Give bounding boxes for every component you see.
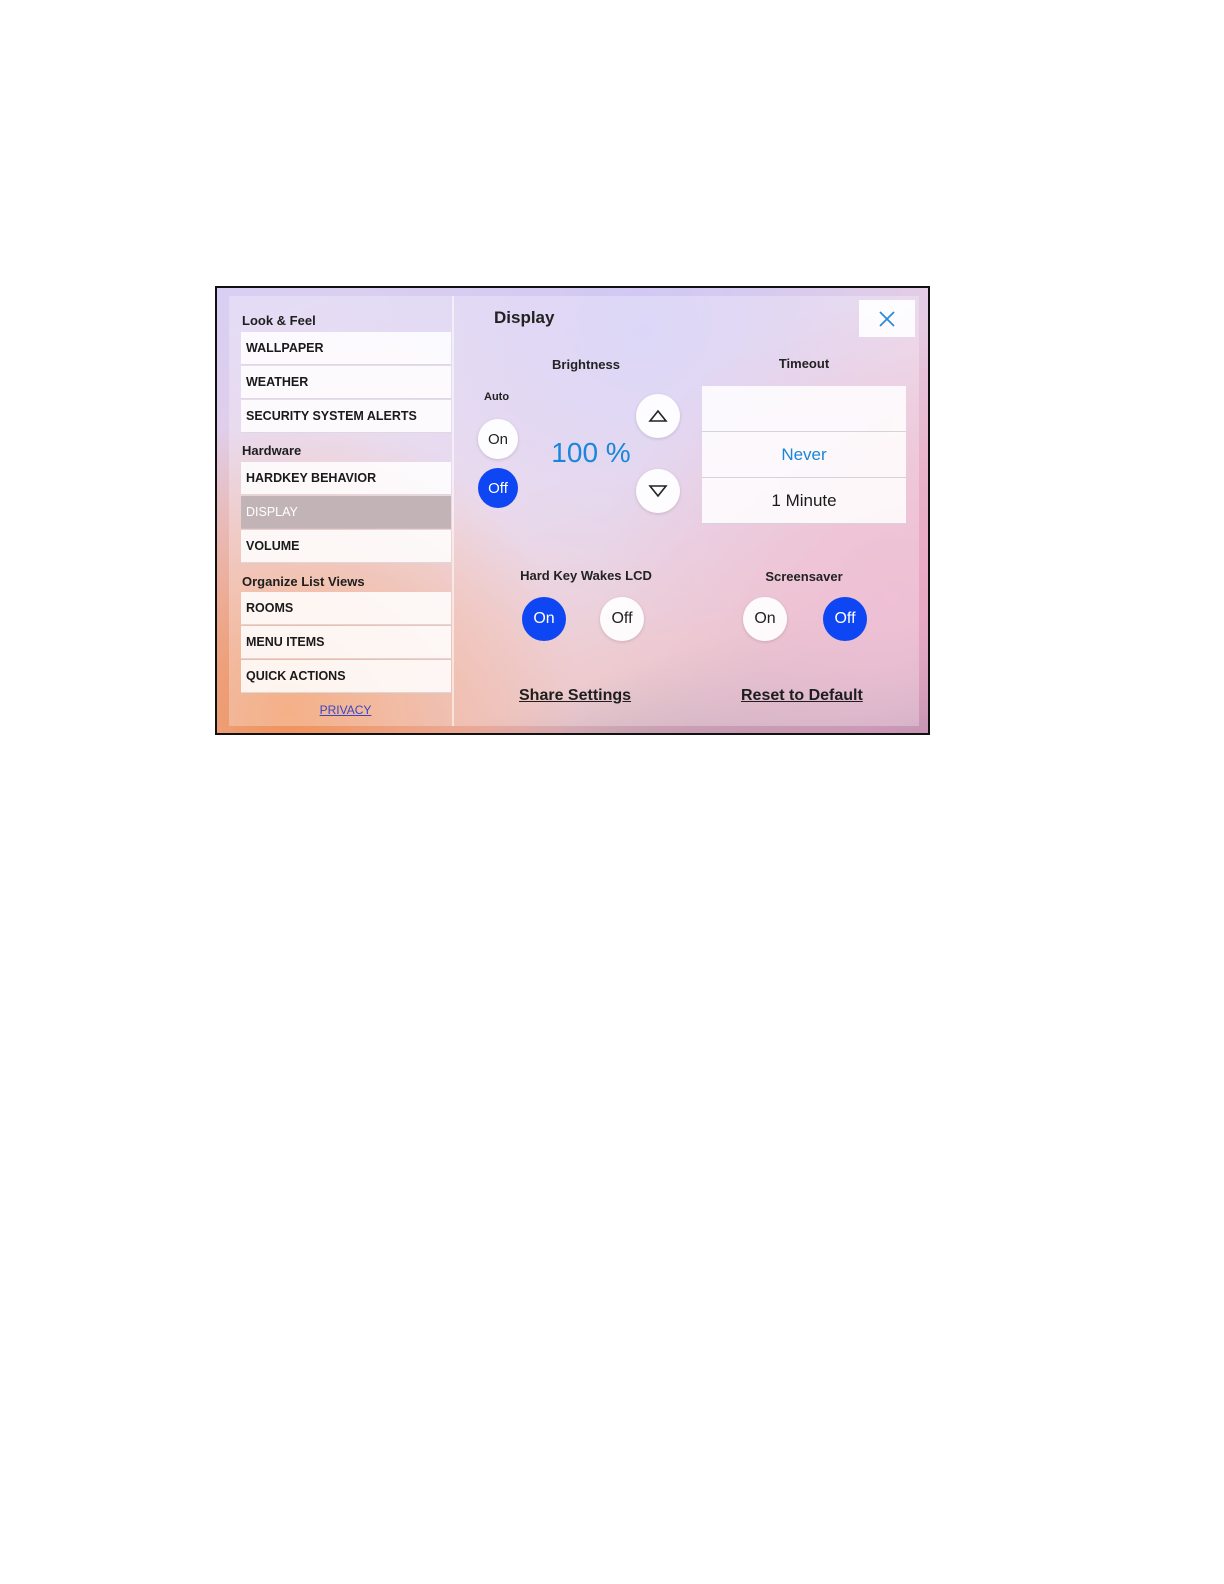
auto-off-button[interactable]: Off bbox=[478, 468, 518, 508]
settings-panel: Look & Feel WALLPAPER WEATHER SECURITY S… bbox=[229, 296, 919, 726]
sidebar-item-security-system-alerts[interactable]: SECURITY SYSTEM ALERTS bbox=[241, 400, 451, 433]
brightness-label: Brightness bbox=[552, 357, 620, 372]
section-look-and-feel: Look & Feel bbox=[242, 313, 316, 328]
hard-key-on-button[interactable]: On bbox=[522, 597, 566, 641]
sidebar-item-wallpaper[interactable]: WALLPAPER bbox=[241, 332, 451, 365]
sidebar-item-display[interactable]: DISPLAY bbox=[241, 496, 451, 529]
reset-to-default-button[interactable]: Reset to Default bbox=[741, 687, 863, 705]
timeout-option-blank[interactable] bbox=[702, 386, 906, 432]
sidebar-item-quick-actions[interactable]: QUICK ACTIONS bbox=[241, 660, 451, 693]
privacy-link[interactable]: PRIVACY bbox=[229, 703, 462, 717]
hard-key-wakes-lcd-label: Hard Key Wakes LCD bbox=[520, 568, 652, 583]
triangle-up-icon bbox=[648, 409, 668, 422]
brightness-value: 100 % bbox=[551, 437, 631, 468]
sidebar-item-hardkey-behavior[interactable]: HARDKEY BEHAVIOR bbox=[241, 462, 451, 495]
sidebar-item-volume[interactable]: VOLUME bbox=[241, 530, 451, 563]
display-settings-window: Look & Feel WALLPAPER WEATHER SECURITY S… bbox=[215, 286, 930, 735]
section-organize-list-views: Organize List Views bbox=[242, 574, 365, 589]
sidebar: Look & Feel WALLPAPER WEATHER SECURITY S… bbox=[229, 296, 454, 726]
auto-label: Auto bbox=[484, 391, 510, 403]
brightness-down-button[interactable] bbox=[636, 469, 680, 513]
share-settings-button[interactable]: Share Settings bbox=[519, 687, 631, 705]
sidebar-item-rooms[interactable]: ROOMS bbox=[241, 592, 451, 625]
timeout-option-1-minute[interactable]: 1 Minute bbox=[702, 478, 906, 524]
timeout-label: Timeout bbox=[778, 356, 830, 371]
display-panel: Display Brightness Auto On Off 100 % Tim… bbox=[454, 296, 919, 726]
section-hardware: Hardware bbox=[242, 443, 302, 458]
sidebar-item-weather[interactable]: WEATHER bbox=[241, 366, 451, 399]
sidebar-item-menu-items[interactable]: MENU ITEMS bbox=[241, 626, 451, 659]
close-button[interactable] bbox=[859, 300, 915, 337]
screensaver-label: Screensaver bbox=[765, 569, 843, 584]
close-icon bbox=[879, 310, 895, 327]
auto-on-button[interactable]: On bbox=[478, 419, 518, 459]
timeout-option-never[interactable]: Never bbox=[702, 432, 906, 478]
triangle-down-icon bbox=[648, 485, 668, 498]
screensaver-off-button[interactable]: Off bbox=[823, 597, 867, 641]
screensaver-on-button[interactable]: On bbox=[743, 597, 787, 641]
page-title: Display bbox=[494, 308, 555, 327]
hard-key-off-button[interactable]: Off bbox=[600, 597, 644, 641]
timeout-list: Never 1 Minute bbox=[702, 386, 906, 524]
brightness-up-button[interactable] bbox=[636, 394, 680, 438]
